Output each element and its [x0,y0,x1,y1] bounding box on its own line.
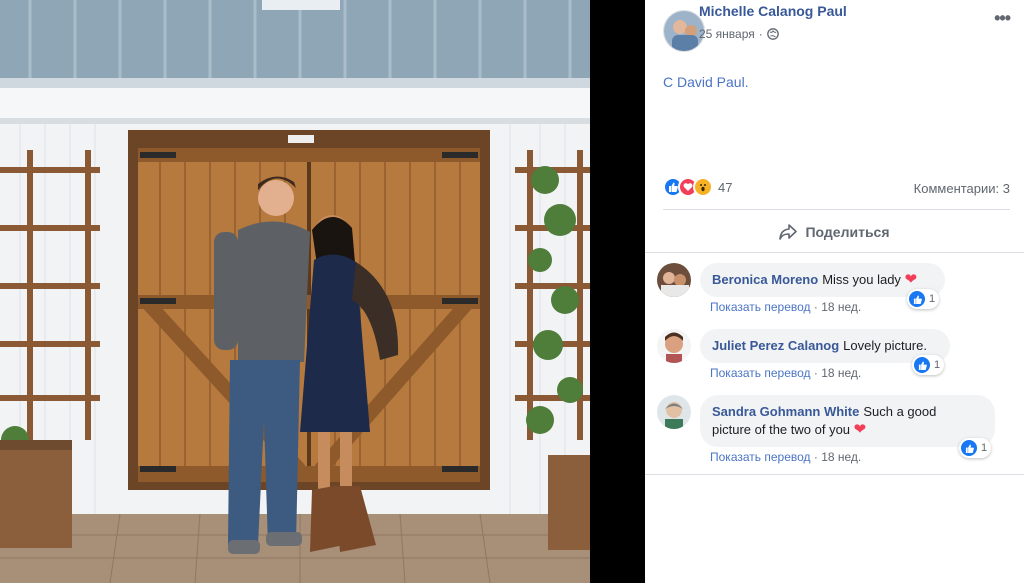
comment-reactions[interactable]: 1 [907,289,940,309]
wow-icon [693,177,713,197]
share-button[interactable]: Поделиться [645,219,1024,245]
comment-text: Miss you lady [822,272,901,287]
comment-reactions[interactable]: 1 [912,355,945,375]
show-translation-link[interactable]: Показать перевод [710,366,811,380]
post-text[interactable]: С David Paul. [663,74,749,90]
commenter-name[interactable]: Beronica Moreno [712,272,818,287]
comment-actions: Показать перевод · 18 нед. [710,366,862,380]
reactions-summary[interactable]: 47 [663,177,732,197]
post-timestamp[interactable]: 25 января · [699,27,779,41]
comment-reaction-count: 1 [929,293,936,305]
comment-text-continued: picture of the two of you [712,422,851,437]
comment-reactions[interactable]: 1 [959,438,992,458]
commenter-avatar[interactable] [657,263,691,297]
post-sidebar: Michelle Calanog Paul 25 января · ••• С … [645,0,1024,583]
like-icon [914,357,930,373]
comment-text: Lovely picture. [843,338,927,353]
comment-actions: Показать перевод · 18 нед. [710,450,862,464]
photo-illustration [0,0,590,583]
show-translation-link[interactable]: Показать перевод [710,450,811,464]
comment-bubble: Sandra Gohmann White Such a good picture … [700,395,995,447]
post-photo[interactable] [0,0,590,583]
comment-text: Such a good [863,404,937,419]
comment-time[interactable]: 18 нед. [821,300,861,314]
divider [645,474,1024,475]
globe-icon [766,28,779,40]
photo-backdrop [590,0,645,583]
author-name-link[interactable]: Michelle Calanog Paul [699,3,847,19]
reaction-count: 47 [718,179,733,195]
like-icon [961,440,977,456]
share-label: Поделиться [805,224,890,240]
heart-emoji: ❤ [853,421,867,438]
commenter-avatar[interactable] [657,395,691,429]
commenter-avatar-image [657,329,691,363]
divider [645,252,1024,253]
comments-count-link[interactable]: Комментарии: 3 [914,181,1010,196]
comment-actions: Показать перевод · 18 нед. [710,300,862,314]
commenter-name[interactable]: Sandra Gohmann White [712,404,859,419]
post-date-text: 25 января [699,27,755,41]
comment-bubble: Juliet Perez Calanog Lovely picture. [700,329,950,363]
heart-emoji: ❤ [904,271,918,288]
comment-time[interactable]: 18 нед. [821,366,861,380]
commenter-avatar-image [657,395,691,429]
show-translation-link[interactable]: Показать перевод [710,300,811,314]
share-icon [779,224,798,240]
like-icon [909,291,925,307]
commenter-name[interactable]: Juliet Perez Calanog [712,338,839,353]
commenter-avatar[interactable] [657,329,691,363]
comment-reaction-count: 1 [934,359,941,371]
more-options-icon[interactable]: ••• [994,8,1011,29]
comment-reaction-count: 1 [981,442,988,454]
commenter-avatar-image [657,263,691,297]
comment-time[interactable]: 18 нед. [821,450,861,464]
divider [663,209,1010,210]
